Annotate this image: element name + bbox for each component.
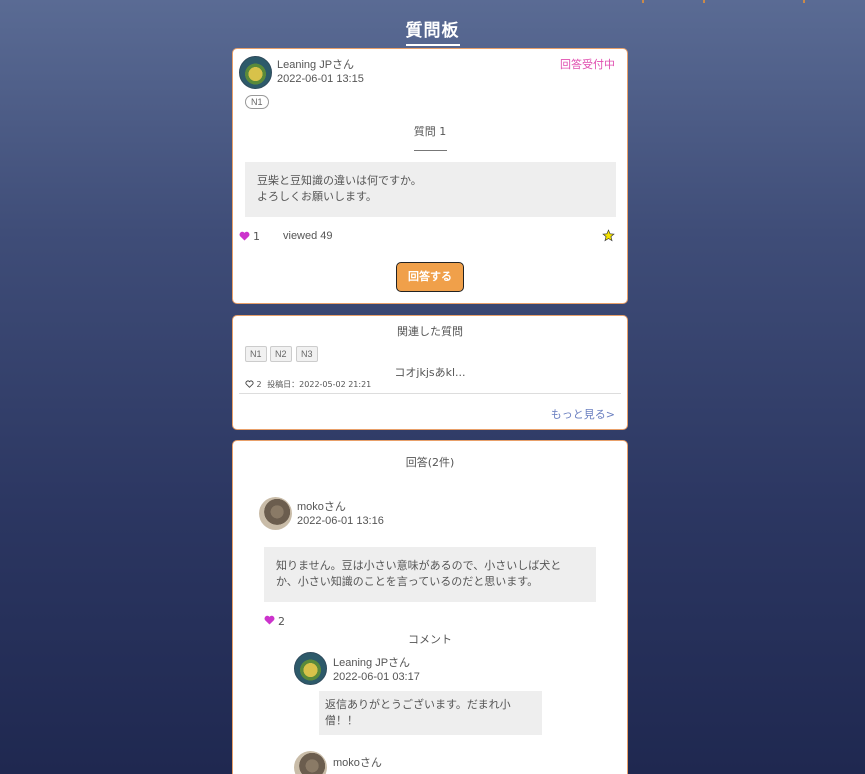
question-body-line2: よろしくお願いします。 <box>257 190 377 203</box>
comment-body-line2: 僧！！ <box>325 714 358 727</box>
comment-date: 2022-06-01 03:17 <box>333 671 420 683</box>
answers-card: 回答(2件) mokoさん 2022-06-01 13:16 知りません。豆は小… <box>232 440 628 774</box>
answer-date: 2022-06-01 13:16 <box>297 515 384 527</box>
question-date: 2022-06-01 13:15 <box>277 73 364 85</box>
comment-body: 返信ありがとうございます。だまれ小 僧！！ <box>319 691 542 735</box>
answer-body: 知りません。豆は小さい意味があるので、小さいしば犬と か、小さい知識のことを言っ… <box>264 547 596 602</box>
comment-author[interactable]: Leaning JPさん <box>333 654 410 670</box>
like-count: 1 <box>253 230 260 243</box>
answer-button[interactable]: 回答する <box>396 262 464 292</box>
answer-body-line2: か、小さい知識のことを言っているのだと思います。 <box>276 575 539 588</box>
author-avatar[interactable] <box>239 56 272 89</box>
related-tag-n1[interactable]: N1 <box>245 346 267 362</box>
title-divider <box>414 150 447 151</box>
question-body: 豆柴と豆知識の違いは何ですか。 よろしくお願いします。 <box>245 162 616 217</box>
related-divider <box>239 393 621 394</box>
answer-heart-icon[interactable] <box>264 615 275 625</box>
top-strip <box>0 0 865 4</box>
related-item-meta: 2 投稿日：2022-05-02 21:21 <box>245 379 371 390</box>
related-heading: 関連した質問 <box>397 325 463 338</box>
related-item-date: 投稿日：2022-05-02 21:21 <box>267 380 372 389</box>
comment-author-avatar[interactable] <box>294 652 327 685</box>
answer-body-line1: 知りません。豆は小さい意味があるので、小さいしば犬と <box>276 559 562 572</box>
question-body-line1: 豆柴と豆知識の違いは何ですか。 <box>257 174 422 187</box>
page-title: 質問板 <box>405 16 460 46</box>
status-badge: 回答受付中 <box>560 58 615 71</box>
heart-icon[interactable] <box>239 231 250 241</box>
question-author[interactable]: Leaning JPさん <box>277 56 354 72</box>
related-item-likes: 2 <box>256 380 262 389</box>
view-count: viewed 49 <box>283 230 333 242</box>
comment-heading: コメント <box>408 633 452 646</box>
answer-author-avatar[interactable] <box>259 497 292 530</box>
related-tag-n2[interactable]: N2 <box>270 346 292 362</box>
more-link[interactable]: もっと見る> <box>551 406 615 422</box>
comment2-author[interactable]: mokoさん <box>333 754 382 770</box>
favorite-star-icon[interactable] <box>602 229 615 242</box>
question-card: Leaning JPさん 2022-06-01 13:15 回答受付中 N1 質… <box>232 48 628 304</box>
heart-outline-icon <box>245 380 254 388</box>
related-card: 関連した質問 N1 N2 N3 コオjkjsあkl... 2 投稿日：2022-… <box>232 315 628 430</box>
level-tag[interactable]: N1 <box>245 95 269 109</box>
question-title: 質問 1 <box>413 125 447 138</box>
related-item-title[interactable]: コオjkjsあkl... <box>233 364 627 380</box>
page-title-wrap: 質問板 <box>0 16 865 46</box>
answers-heading: 回答(2件) <box>405 456 455 469</box>
answer-author[interactable]: mokoさん <box>297 498 346 514</box>
answer-like-count: 2 <box>278 615 285 628</box>
related-tag-n3[interactable]: N3 <box>296 346 318 362</box>
comment-body-line1: 返信ありがとうございます。だまれ小 <box>325 698 511 711</box>
comment2-author-avatar[interactable] <box>294 751 327 774</box>
